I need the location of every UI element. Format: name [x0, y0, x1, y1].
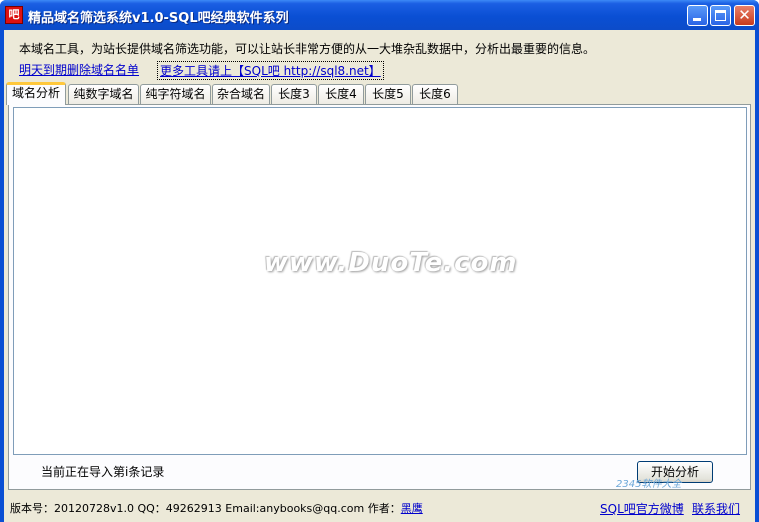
- title-bar[interactable]: 吧 精品域名筛选系统v1.0-SQL吧经典软件系列 ✕: [0, 0, 759, 30]
- close-icon: ✕: [738, 6, 751, 24]
- maximize-button[interactable]: [710, 5, 731, 26]
- contact-link[interactable]: 联系我们: [692, 500, 740, 517]
- tab-length-6[interactable]: 长度6: [412, 84, 458, 104]
- description-text: 本域名工具，为站长提供域名筛选功能，可以让站长非常方便的从一大堆杂乱数据中，分析…: [19, 42, 596, 56]
- weibo-link[interactable]: SQL吧官方微博: [600, 500, 684, 517]
- more-tools-link[interactable]: 更多工具请上【SQL吧 http://sql8.net】: [157, 61, 384, 80]
- tab-numeric-domains[interactable]: 纯数字域名: [68, 84, 139, 104]
- tab-length-4[interactable]: 长度4: [318, 84, 364, 104]
- tab-length-3[interactable]: 长度3: [271, 84, 317, 104]
- window-title: 精品域名筛选系统v1.0-SQL吧经典软件系列: [28, 11, 289, 26]
- version-info: 版本号：20120728v1.0 QQ：49262913 Email:anybo…: [10, 500, 423, 516]
- tab-domain-analysis[interactable]: 域名分析: [6, 82, 66, 105]
- tab-letter-domains[interactable]: 纯字符域名: [140, 84, 211, 104]
- corner-watermark: 2345软件大全: [616, 479, 682, 490]
- close-button[interactable]: ✕: [734, 5, 755, 26]
- duote-watermark: www.DuoTe.com: [264, 248, 518, 278]
- minimize-icon: [693, 18, 701, 21]
- domain-input-area[interactable]: www.DuoTe.com: [13, 107, 747, 455]
- minimize-button[interactable]: [687, 5, 708, 26]
- version-text: 版本号：20120728v1.0 QQ：49262913 Email:anybo…: [10, 502, 401, 515]
- status-text: 当前正在导入第i条记录: [41, 465, 165, 479]
- client-area: 本域名工具，为站长提供域名筛选功能，可以让站长非常方便的从一大堆杂乱数据中，分析…: [4, 30, 755, 522]
- tab-panel: www.DuoTe.com 当前正在导入第i条记录 开始分析: [8, 104, 751, 490]
- deleted-domains-link[interactable]: 明天到期删除域名名单: [19, 61, 139, 78]
- tab-mixed-domains[interactable]: 杂合域名: [212, 84, 270, 104]
- maximize-icon: [715, 10, 726, 21]
- app-icon: 吧: [5, 6, 23, 24]
- app-window: 吧 精品域名筛选系统v1.0-SQL吧经典软件系列 ✕ 本域名工具，为站长提供域…: [0, 0, 759, 522]
- tab-length-5[interactable]: 长度5: [365, 84, 411, 104]
- author-link[interactable]: 黑鹰: [401, 502, 423, 515]
- footer-bar: 版本号：20120728v1.0 QQ：49262913 Email:anybo…: [4, 494, 755, 522]
